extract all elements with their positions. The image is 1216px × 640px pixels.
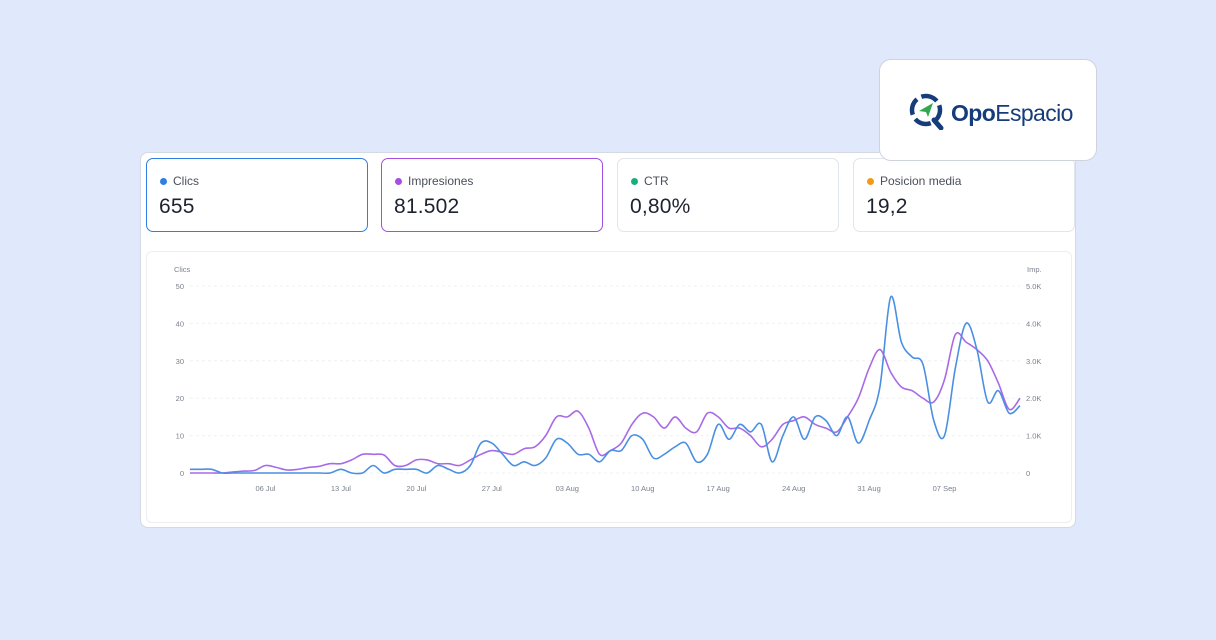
metric-value: 655 xyxy=(159,195,195,218)
x-tick-label: 06 Jul xyxy=(255,484,275,493)
metric-label: CTR xyxy=(631,174,669,188)
metric-value: 81.502 xyxy=(394,195,460,218)
series-line-impresiones xyxy=(190,332,1021,474)
impresiones-dot-icon xyxy=(395,177,402,185)
x-tick-label: 17 Aug xyxy=(707,484,730,493)
x-tick-label: 20 Jul xyxy=(406,484,426,493)
y-left-tick-label: 50 xyxy=(176,282,184,291)
y-left-tick-label: 20 xyxy=(176,394,184,403)
line-chart: Clics Imp. 0 0 10 1.0K 20 2.0K 30 3.0K 40 4.0K 50 5.0… xyxy=(174,265,1042,493)
y-right-tick-label: 5.0K xyxy=(1026,282,1041,291)
x-tick-label: 07 Sep xyxy=(933,484,957,493)
metric-value: 0,80% xyxy=(630,195,691,218)
x-tick-label: 03 Aug xyxy=(556,484,579,493)
y-left-tick-label: 10 xyxy=(176,432,184,441)
performance-panel: Clics 655 Impresiones 81.502 CTR 0,80% P… xyxy=(140,152,1076,528)
y-right-tick-label: 3.0K xyxy=(1026,357,1041,366)
clics-dot-icon xyxy=(160,177,167,185)
metric-value: 19,2 xyxy=(866,195,908,218)
metric-card-posicion-media[interactable]: Posicion media 19,2 xyxy=(853,158,1075,232)
y-right-tick-label: 0 xyxy=(1026,469,1030,478)
brand-name: OpoEspacio xyxy=(951,100,1073,126)
x-tick-label: 10 Aug xyxy=(631,484,654,493)
x-tick-label: 24 Aug xyxy=(782,484,805,493)
x-tick-label: 13 Jul xyxy=(331,484,351,493)
y-left-axis-title: Clics xyxy=(174,265,190,274)
location-search-icon xyxy=(909,93,944,130)
y-left-tick-label: 0 xyxy=(180,469,184,478)
metric-card-ctr[interactable]: CTR 0,80% xyxy=(617,158,839,232)
metric-label: Impresiones xyxy=(395,174,473,188)
y-right-tick-label: 4.0K xyxy=(1026,319,1041,328)
x-tick-label: 27 Jul xyxy=(482,484,502,493)
metric-card-clics[interactable]: Clics 655 xyxy=(146,158,368,232)
posicion-dot-icon xyxy=(867,177,874,185)
metric-label: Clics xyxy=(160,174,199,188)
metric-label: Posicion media xyxy=(867,174,961,188)
ctr-dot-icon xyxy=(631,177,638,185)
brand-logo-card: OpoEspacio xyxy=(879,59,1097,161)
chart-container: Clics Imp. 0 0 10 1.0K 20 2.0K 30 3.0K 40 4.0K 50 5.0… xyxy=(146,251,1072,523)
y-left-tick-label: 30 xyxy=(176,357,184,366)
y-right-tick-label: 1.0K xyxy=(1026,432,1041,441)
metric-card-impresiones[interactable]: Impresiones 81.502 xyxy=(381,158,603,232)
y-right-tick-label: 2.0K xyxy=(1026,394,1041,403)
y-right-axis-title: Imp. xyxy=(1027,265,1042,274)
x-tick-label: 31 Aug xyxy=(857,484,880,493)
y-left-tick-label: 40 xyxy=(176,319,184,328)
